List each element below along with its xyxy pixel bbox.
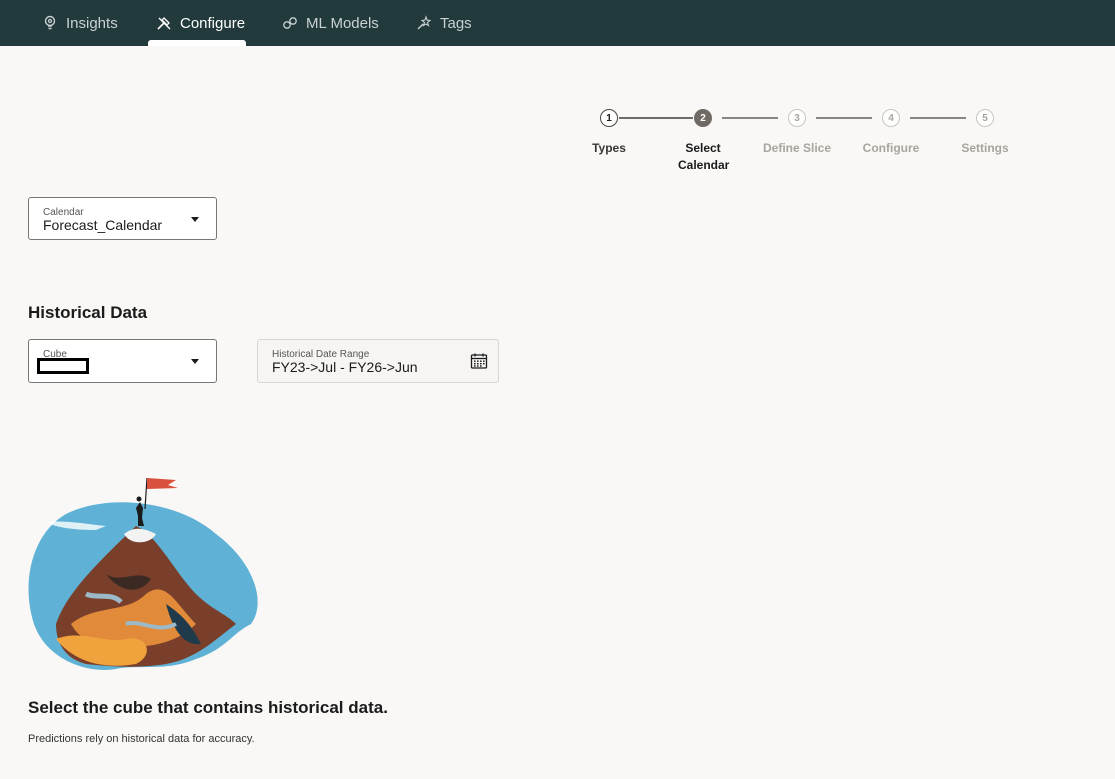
chevron-down-icon	[191, 359, 199, 364]
step-connector	[816, 117, 872, 119]
wizard-stepper: 1 2 3 4 5 Types Select Calendar Define S…	[0, 0, 1115, 200]
cube-select-value	[37, 358, 89, 374]
historical-data-heading: Historical Data	[28, 303, 148, 322]
empty-state-description: Predictions rely on historical data for …	[28, 733, 255, 745]
step-2-circle[interactable]: 2	[694, 109, 712, 127]
step-3-number: 3	[794, 112, 800, 124]
chevron-down-icon	[191, 217, 199, 222]
step-2-label-text: Select Calendar	[678, 141, 730, 172]
step-4-number: 4	[888, 112, 894, 124]
step-2-number: 2	[700, 112, 706, 124]
step-1-number: 1	[606, 112, 612, 124]
step-connector	[722, 117, 778, 119]
step-4-label: Configure	[862, 141, 920, 155]
step-1-circle[interactable]: 1	[600, 109, 618, 127]
calendar-select-value: Forecast_Calendar	[43, 217, 163, 233]
calendar-icon[interactable]	[470, 352, 488, 370]
cube-select[interactable]: Cube	[28, 339, 217, 383]
date-range-value: FY23->Jul - FY26->Jun	[272, 359, 418, 375]
step-3-label: Define Slice	[762, 141, 832, 155]
step-connector	[619, 117, 693, 119]
mountain-summit-illustration	[28, 477, 258, 670]
step-3-circle: 3	[788, 109, 806, 127]
step-4-circle: 4	[882, 109, 900, 127]
step-5-circle: 5	[976, 109, 994, 127]
step-5-number: 5	[982, 112, 988, 124]
historical-date-range-field[interactable]: Historical Date Range FY23->Jul - FY26->…	[257, 339, 499, 383]
empty-state-headline: Select the cube that contains historical…	[28, 698, 388, 717]
step-1-label[interactable]: Types	[564, 140, 654, 157]
step-2-label: Select Calendar	[658, 140, 748, 174]
calendar-select[interactable]: Calendar Forecast_Calendar	[28, 197, 217, 240]
step-connector	[910, 117, 966, 119]
step-5-label: Settings	[961, 141, 1009, 155]
